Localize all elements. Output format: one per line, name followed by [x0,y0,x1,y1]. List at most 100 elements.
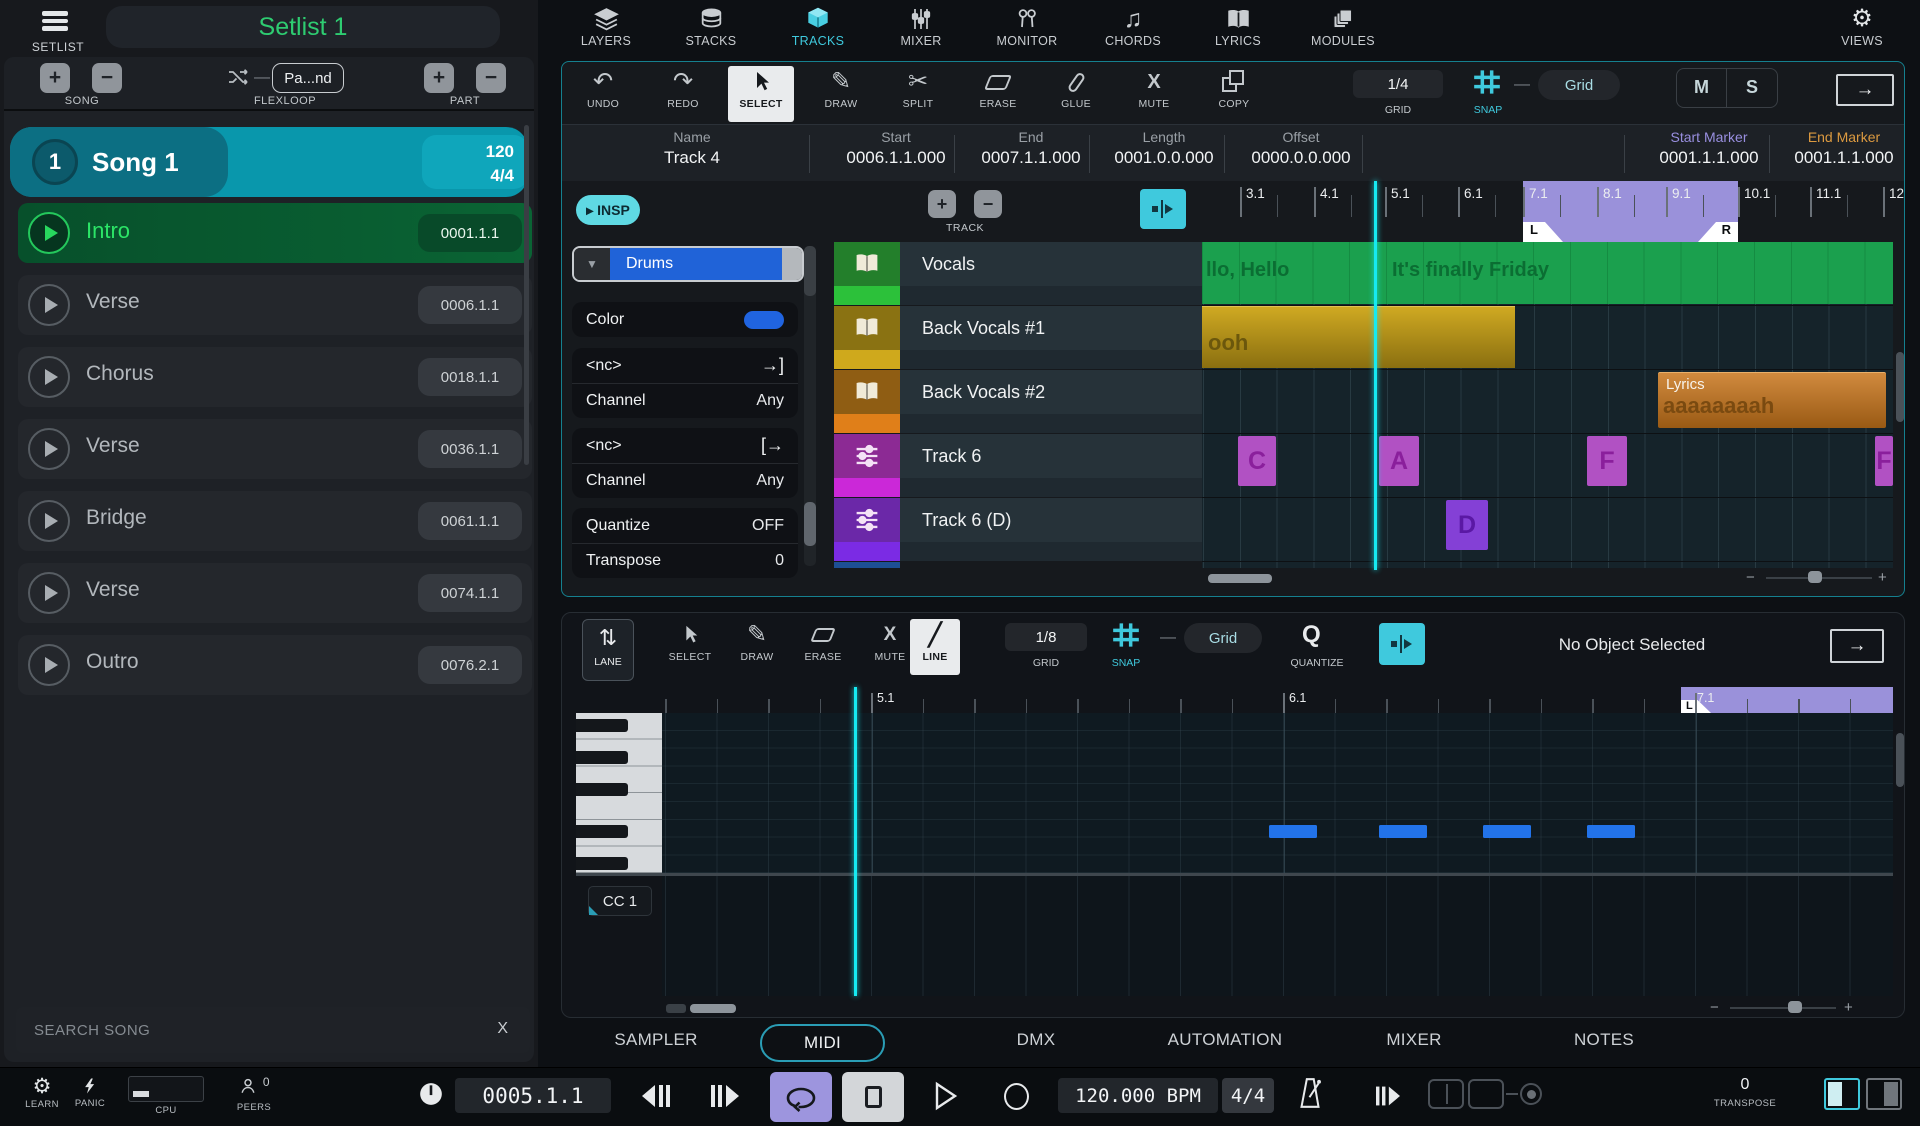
info-offset[interactable]: Offset 0000.0.0.000 [1229,129,1373,168]
midi-h-scrollbar-thumb[interactable] [690,1004,736,1013]
info-end-marker[interactable]: End Marker 0001.1.1.000 [1772,129,1905,168]
section-row-verse-2[interactable]: Verse 0036.1.1 [18,419,532,479]
tab-mixer[interactable]: MIXER [1354,1030,1474,1050]
midi-zoom-slider-thumb[interactable] [1788,1001,1802,1013]
draw-tool-button[interactable]: ✎ DRAW [808,66,874,122]
section-row-verse-3[interactable]: Verse 0074.1.1 [18,563,532,623]
piano-black-key[interactable] [576,719,628,732]
record-button[interactable] [1004,1083,1029,1110]
pedal-b-button[interactable] [1468,1079,1504,1109]
tab-automation[interactable]: AUTOMATION [1150,1030,1300,1050]
piano-black-key[interactable] [576,857,628,870]
nav-mixer[interactable]: MIXER [869,4,973,54]
transpose-row[interactable]: Transpose 0 [572,543,798,578]
quantize-q-icon[interactable]: Q [1302,621,1321,649]
grid-mode-button[interactable]: Grid [1538,70,1620,100]
track-row[interactable]: Track 6 [834,434,1202,497]
play-section-icon[interactable] [28,572,70,614]
note-clip[interactable]: A [1379,436,1419,486]
section-row-intro[interactable]: Intro 0001.1.1 [18,203,532,263]
setlist-title[interactable]: Setlist 1 [106,6,500,48]
nav-tracks[interactable]: TRACKS [766,4,870,54]
remove-part-button[interactable]: − [476,63,506,93]
add-song-button[interactable]: + [40,63,70,93]
note-clip[interactable]: F [1875,436,1893,486]
tab-notes[interactable]: NOTES [1544,1030,1664,1050]
glue-tool-button[interactable]: GLUE [1043,66,1109,122]
tab-dmx[interactable]: DMX [976,1030,1096,1050]
loop-region[interactable]: LR [1523,181,1738,242]
preset-dropdown[interactable]: ▼ Drums [572,246,804,282]
select-tool-button[interactable]: SELECT [728,66,794,122]
nav-lyrics[interactable]: LYRICS [1186,4,1290,54]
nav-stacks[interactable]: STACKS [659,4,763,54]
panic-button[interactable]: PANIC [68,1074,112,1109]
bpm-display[interactable]: 120.000 BPM [1058,1078,1218,1113]
channel-out-row[interactable]: Channel Any [572,463,798,498]
midi-playhead[interactable] [854,687,857,996]
copy-tool-button[interactable]: COPY [1201,66,1267,122]
color-row[interactable]: Color [572,302,798,337]
section-row-chorus[interactable]: Chorus 0018.1.1 [18,347,532,407]
midi-zoom-in-icon[interactable]: + [1844,1000,1853,1015]
section-row-outro[interactable]: Outro 0076.2.1 [18,635,532,695]
midi-note[interactable] [1379,825,1427,838]
inspector-scrollbar[interactable] [804,246,816,566]
color-swatch[interactable] [744,311,784,329]
stop-button[interactable] [842,1072,904,1122]
nav-monitor[interactable]: MONITOR [975,4,1079,54]
info-length[interactable]: Length 0001.0.0.000 [1092,129,1236,168]
zoom-out-icon[interactable]: − [1746,570,1755,585]
play-section-icon[interactable] [28,212,70,254]
add-part-button[interactable]: + [424,63,454,93]
loop-end-marker[interactable]: R [1698,222,1738,242]
remove-song-button[interactable]: − [92,63,122,93]
info-end[interactable]: End 0007.1.1.000 [959,129,1103,168]
search-song-input[interactable] [34,1007,454,1053]
piano-keys[interactable] [576,713,662,873]
play-section-icon[interactable] [28,356,70,398]
transpose-control[interactable]: 0 TRANSPOSE [1690,1076,1800,1109]
pedal-ring-button[interactable] [1520,1083,1542,1105]
tab-midi[interactable]: MIDI [760,1024,885,1062]
track-row[interactable]: Back Vocals #1 [834,306,1202,369]
nav-chords[interactable]: ♫ CHORDS [1081,4,1185,54]
setlist-menu-button[interactable]: SETLIST [28,6,88,54]
info-start-marker[interactable]: Start Marker 0001.1.1.000 [1637,129,1781,168]
h-scrollbar-thumb[interactable] [1208,574,1272,583]
song-card[interactable]: 1 Song 1 120 4/4 [10,127,528,197]
midi-expand-arrow-button[interactable]: → [1830,629,1884,663]
clip-back-vocals-2[interactable]: Lyrics aaaaaaaah [1658,372,1886,428]
clip-area[interactable]: llo, Hello It's finally Friday ooh Lyric… [1202,242,1893,568]
skip-forward-button[interactable] [703,1080,747,1112]
midi-note[interactable] [1269,825,1317,838]
playhead[interactable] [1374,181,1377,570]
midi-note[interactable] [1587,825,1635,838]
midi-zoom-slider-track[interactable] [1730,1007,1836,1009]
midi-zoom-out-icon[interactable]: − [1710,1000,1719,1015]
mute-tool-button[interactable]: X MUTE [1121,66,1187,122]
play-button[interactable] [928,1078,964,1114]
grid-value-display[interactable]: 1/4 [1353,70,1443,98]
zoom-slider-thumb[interactable] [1808,571,1822,583]
loop-start-marker[interactable]: L [1523,222,1563,242]
pedal-a-button[interactable] [1428,1079,1464,1109]
zoom-in-icon[interactable]: + [1878,570,1887,585]
flexloop-value-button[interactable]: Pa...nd [272,63,344,93]
midi-h-scrollbar-end[interactable] [666,1004,686,1013]
midi-out-row[interactable]: <nc> [→ [572,428,798,463]
view-split-left-button[interactable] [1824,1078,1860,1110]
midi-snap-icon[interactable] [1110,621,1142,649]
info-start[interactable]: Start 0006.1.1.000 [824,129,968,168]
midi-note[interactable] [1483,825,1531,838]
timeline-ruler[interactable]: LR3.14.15.16.17.18.19.110.111.112 [562,181,1905,242]
piano-black-key[interactable] [576,783,628,796]
nav-layers[interactable]: LAYERS [554,4,658,54]
track-row[interactable]: Vocals [834,242,1202,305]
time-position-display[interactable]: 0005.1.1 [455,1078,611,1113]
search-clear-button[interactable]: X [497,1020,508,1038]
flexloop-shuffle-icon[interactable] [226,65,250,89]
lane-tool-button[interactable]: ⇅ LANE [582,619,634,681]
midi-draw-tool[interactable]: ✎ DRAW [724,619,790,675]
play-section-icon[interactable] [28,500,70,542]
